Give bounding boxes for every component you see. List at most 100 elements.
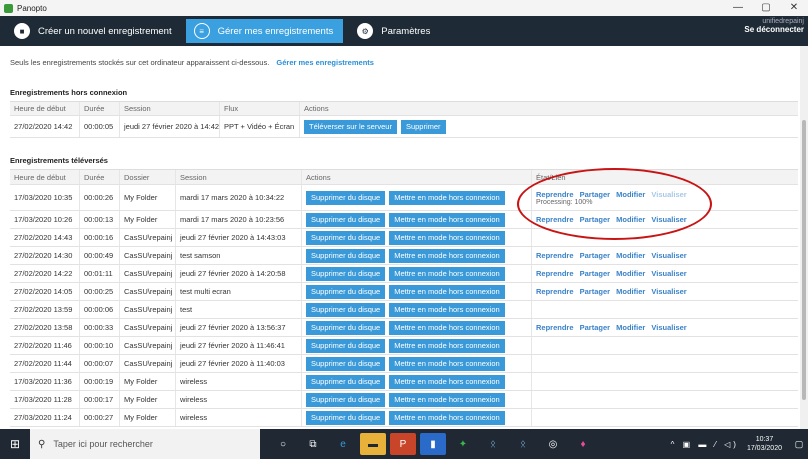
store-icon[interactable]: ▮	[420, 433, 446, 455]
cell-folder: CasSU\repainj	[120, 265, 176, 282]
app-icon-2[interactable]: ᛟ	[510, 433, 536, 455]
view-link[interactable]: Visualiser	[651, 287, 686, 296]
set-offline-button[interactable]: Mettre en mode hors connexion	[389, 248, 505, 263]
cell-session: test	[176, 301, 302, 318]
set-offline-button[interactable]: Mettre en mode hors connexion	[389, 266, 505, 281]
set-offline-button[interactable]: Mettre en mode hors connexion	[389, 320, 505, 335]
share-link[interactable]: Partager	[580, 323, 610, 332]
clock[interactable]: 10:37 17/03/2020	[747, 435, 782, 453]
maximize-button[interactable]: ▢	[752, 0, 780, 16]
set-offline-button[interactable]: Mettre en mode hors connexion	[389, 302, 505, 317]
header-actions: Actions	[302, 170, 532, 184]
set-offline-button[interactable]: Mettre en mode hors connexion	[389, 190, 505, 205]
resume-link[interactable]: Reprendre	[536, 251, 574, 260]
share-link[interactable]: Partager	[580, 251, 610, 260]
notification-icon[interactable]: ▢	[790, 439, 808, 450]
minimize-button[interactable]: —	[724, 0, 752, 16]
delete-from-disk-button[interactable]: Supprimer du disque	[306, 320, 386, 335]
delete-from-disk-button[interactable]: Supprimer du disque	[306, 230, 386, 245]
set-offline-button[interactable]: Mettre en mode hors connexion	[389, 284, 505, 299]
share-link[interactable]: Partager	[580, 269, 610, 278]
list-icon: ≡	[193, 23, 210, 39]
gear-icon: ⚙	[357, 23, 374, 39]
set-offline-button[interactable]: Mettre en mode hors connexion	[389, 338, 505, 353]
cortana-icon[interactable]: ○	[270, 433, 296, 455]
uploaded-section-title: Enregistrements téléversés	[10, 156, 108, 165]
logout-link[interactable]: Se déconnecter	[744, 25, 804, 34]
set-offline-button[interactable]: Mettre en mode hors connexion	[389, 212, 505, 227]
cell-status-link: Reprendre Partager Modifier Visualiser	[532, 319, 798, 336]
set-offline-button[interactable]: Mettre en mode hors connexion	[389, 230, 505, 245]
delete-from-disk-button[interactable]: Supprimer du disque	[306, 356, 386, 371]
tab-settings[interactable]: ⚙ Paramètres	[349, 19, 440, 43]
uploaded-table-row: 27/02/2020 14:30 00:00:49 CasSU\repainj tes…	[10, 247, 798, 265]
app-icon-1[interactable]: ᛟ	[480, 433, 506, 455]
edit-link[interactable]: Modifier	[616, 269, 645, 278]
tray-icons[interactable]: ^ ▣ ▬ ⁄ ◁)	[671, 440, 739, 449]
file-explorer-icon[interactable]: ▬	[360, 433, 386, 455]
edit-link[interactable]: Modifier	[616, 323, 645, 332]
resume-link[interactable]: Reprendre	[536, 323, 574, 332]
cell-start: 17/03/2020 11:36	[10, 373, 80, 390]
main-content: Seuls les enregistrements stockés sur ce…	[0, 46, 800, 429]
user-box: unifiedrepainj Se déconnecter	[744, 18, 804, 34]
title-bar: Panopto — ▢ ✕	[0, 0, 808, 16]
set-offline-button[interactable]: Mettre en mode hors connexion	[389, 392, 505, 407]
uploaded-table-row: 27/02/2020 11:44 00:00:07 CasSU\repainj jeu…	[10, 355, 798, 373]
delete-from-disk-button[interactable]: Supprimer du disque	[306, 374, 386, 389]
resume-link[interactable]: Reprendre	[536, 287, 574, 296]
cell-status-link	[532, 355, 798, 372]
uploaded-table-row: 17/03/2020 11:28 00:00:17 My Folder wireles…	[10, 391, 798, 409]
app-icon-3[interactable]: ♦	[570, 433, 596, 455]
upload-to-server-button[interactable]: Téléverser sur le serveur	[304, 119, 397, 134]
tab-manage-recordings[interactable]: ≡ Gérer mes enregistrements	[185, 19, 344, 43]
panopto-taskbar-icon[interactable]: ✦	[450, 433, 476, 455]
cell-start: 27/02/2020 14:43	[10, 229, 80, 246]
share-link[interactable]: Partager	[580, 287, 610, 296]
delete-from-disk-button[interactable]: Supprimer du disque	[306, 266, 386, 281]
set-offline-button[interactable]: Mettre en mode hors connexion	[389, 356, 505, 371]
cell-status-link	[532, 301, 798, 318]
cell-session: test samson	[176, 247, 302, 264]
header-folder: Dossier	[120, 170, 176, 184]
header-duration: Durée	[80, 102, 120, 115]
delete-from-disk-button[interactable]: Supprimer du disque	[306, 284, 386, 299]
edit-link[interactable]: Modifier	[616, 251, 645, 260]
vertical-scrollbar[interactable]	[800, 46, 808, 429]
set-offline-button[interactable]: Mettre en mode hors connexion	[389, 410, 505, 425]
edit-link[interactable]: Modifier	[616, 287, 645, 296]
delete-from-disk-button[interactable]: Supprimer du disque	[306, 392, 386, 407]
cell-session: jeudi 27 février 2020 à 13:56:37	[176, 319, 302, 336]
cell-session: jeudi 27 février 2020 à 11:40:03	[176, 355, 302, 372]
delete-from-disk-button[interactable]: Supprimer du disque	[306, 410, 386, 425]
view-link[interactable]: Visualiser	[651, 323, 686, 332]
manage-recordings-link[interactable]: Gérer mes enregistrements	[276, 58, 374, 67]
cell-folder: CasSU\repainj	[120, 247, 176, 264]
delete-from-disk-button[interactable]: Supprimer du disque	[306, 190, 386, 205]
cell-duration: 00:01:11	[80, 265, 120, 282]
scrollbar-thumb[interactable]	[802, 120, 806, 400]
view-link[interactable]: Visualiser	[651, 251, 686, 260]
edge-browser-icon[interactable]: e	[330, 433, 356, 455]
tab-label: Paramètres	[381, 25, 431, 37]
close-button[interactable]: ✕	[780, 0, 808, 16]
task-view-icon[interactable]: ⧉	[300, 433, 326, 455]
delete-from-disk-button[interactable]: Supprimer du disque	[306, 302, 386, 317]
view-link[interactable]: Visualiser	[651, 269, 686, 278]
cell-start: 27/02/2020 13:59	[10, 301, 80, 318]
tab-create-recording[interactable]: ■ Créer un nouvel enregistrement	[6, 19, 182, 43]
cell-duration: 00:00:10	[80, 337, 120, 354]
cell-start: 27/02/2020 14:05	[10, 283, 80, 300]
delete-from-disk-button[interactable]: Supprimer du disque	[306, 248, 386, 263]
cell-status-link: Reprendre Partager Modifier Visualiser	[532, 283, 798, 300]
windows-start-icon[interactable]: ⊞	[0, 429, 30, 459]
set-offline-button[interactable]: Mettre en mode hors connexion	[389, 374, 505, 389]
cell-folder: My Folder	[120, 373, 176, 390]
taskbar-search-box[interactable]: ⚲ Taper ici pour rechercher	[30, 429, 260, 459]
chrome-icon[interactable]: ◎	[540, 433, 566, 455]
powerpoint-icon[interactable]: P	[390, 433, 416, 455]
delete-from-disk-button[interactable]: Supprimer du disque	[306, 212, 386, 227]
resume-link[interactable]: Reprendre	[536, 269, 574, 278]
delete-button[interactable]: Supprimer	[400, 119, 446, 134]
delete-from-disk-button[interactable]: Supprimer du disque	[306, 338, 386, 353]
